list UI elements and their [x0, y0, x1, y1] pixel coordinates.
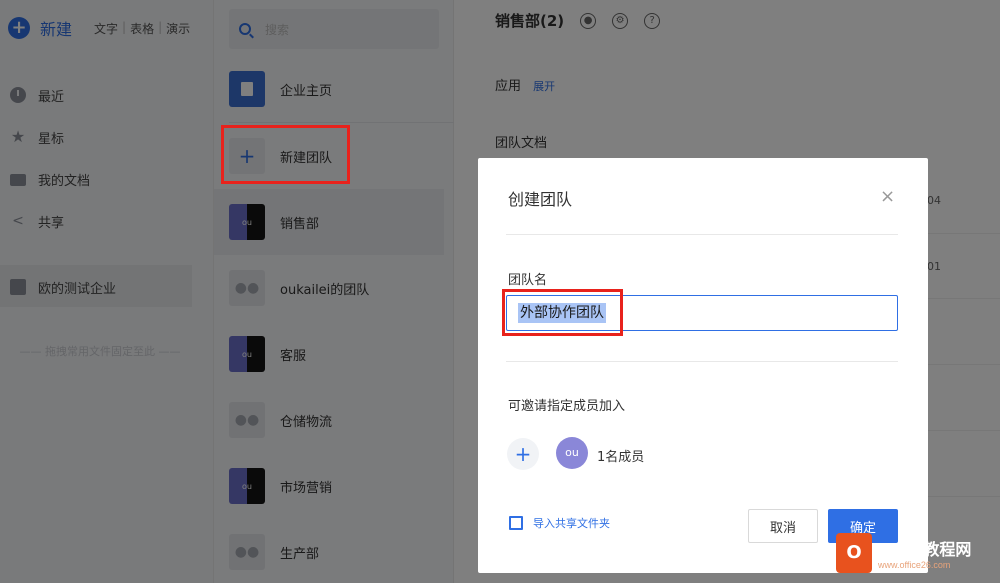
divider: [506, 234, 898, 235]
close-icon[interactable]: ×: [880, 188, 895, 206]
office-logo-icon: O: [836, 533, 872, 573]
watermark-url: www.office26.com: [878, 560, 951, 570]
create-team-dialog: 创建团队 × 团队名 外部协作团队 可邀请指定成员加入 + ou 1名成员 导入…: [478, 158, 928, 573]
watermark: O Office教程网 www.office26.com: [836, 533, 971, 573]
add-member-button[interactable]: +: [507, 438, 539, 470]
member-avatar: ou: [556, 437, 588, 469]
cancel-button[interactable]: 取消: [748, 509, 818, 543]
dialog-title: 创建团队: [508, 190, 573, 209]
invite-label: 可邀请指定成员加入: [508, 399, 626, 414]
team-name-label: 团队名: [508, 273, 548, 288]
divider: [506, 361, 898, 362]
import-label: 导入共享文件夹: [533, 517, 610, 530]
highlight-annotation: [221, 125, 350, 184]
member-count: 1名成员: [597, 450, 645, 465]
watermark-brand: Office教程网: [878, 542, 972, 559]
team-name-input[interactable]: [506, 295, 898, 331]
import-shared-folder-link[interactable]: 导入共享文件夹: [509, 515, 610, 531]
edit-icon: [509, 516, 523, 530]
